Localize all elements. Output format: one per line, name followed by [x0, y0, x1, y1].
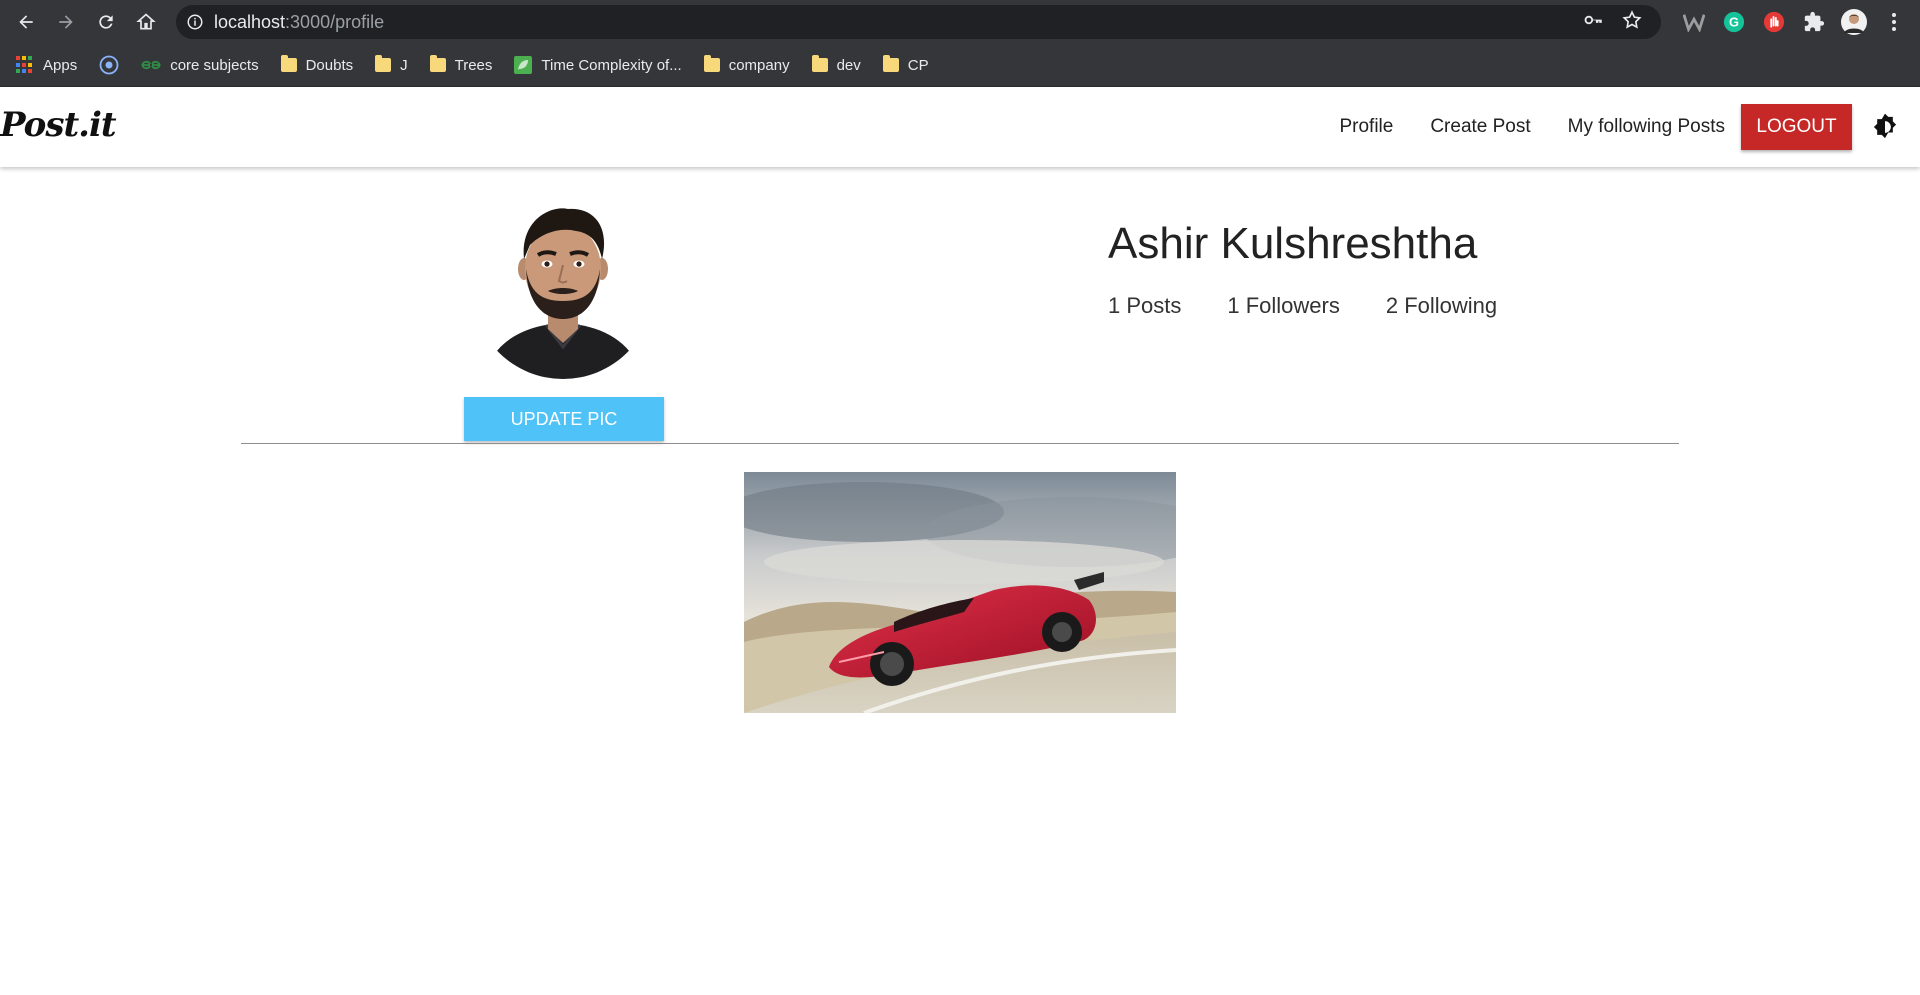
- browser-toolbar: localhost:3000/profile G: [0, 0, 1920, 44]
- bookmark-cp[interactable]: CP: [882, 55, 929, 74]
- grammarly-icon[interactable]: G: [1714, 2, 1754, 42]
- folder-icon: [429, 55, 446, 72]
- gfg-icon: [141, 60, 161, 70]
- brand-logo[interactable]: Post.it: [0, 105, 117, 145]
- profile-avatar-icon[interactable]: [1834, 2, 1874, 42]
- arrow-left-icon: [19, 15, 33, 29]
- app-navbar: Post.it Profile Create Post My following…: [0, 87, 1920, 167]
- profile-divider: [241, 443, 1679, 444]
- folder-icon: [703, 55, 720, 72]
- svg-text:G: G: [1729, 15, 1739, 30]
- nav-following-posts-link[interactable]: My following Posts: [1568, 116, 1725, 138]
- followers-count: 1 Followers: [1227, 293, 1340, 318]
- theme-toggle-icon[interactable]: [1870, 112, 1900, 142]
- chrome-menu-icon[interactable]: [1874, 2, 1914, 42]
- bookmark-doubts[interactable]: Doubts: [280, 55, 354, 74]
- address-bar[interactable]: localhost:3000/profile: [176, 5, 1661, 39]
- extensions-area: G: [1674, 0, 1920, 44]
- profile-stats: 1 Posts 1 Followers 2 Following: [1108, 293, 1497, 319]
- reload-button[interactable]: [86, 2, 126, 42]
- site-info-icon[interactable]: [176, 13, 214, 31]
- circle-target-icon: [99, 55, 119, 75]
- bookmark-label: company: [728, 56, 790, 74]
- bookmarks-bar: Apps core subjects Doubts J Trees Time C…: [0, 44, 1920, 87]
- bookmark-label: Time Complexity of...: [541, 56, 682, 74]
- bookmark-core-subjects[interactable]: core subjects: [141, 56, 259, 74]
- nav-profile-link[interactable]: Profile: [1339, 116, 1393, 138]
- bookmark-company[interactable]: company: [703, 55, 790, 74]
- bookmark-trees[interactable]: Trees: [429, 55, 493, 74]
- url-host: localhost: [214, 11, 286, 32]
- bookmark-dev[interactable]: dev: [811, 55, 861, 74]
- folder-icon: [280, 55, 297, 72]
- nav-create-post-link[interactable]: Create Post: [1430, 116, 1530, 138]
- update-pic-button[interactable]: UPDATE PIC: [464, 397, 664, 441]
- following-count: 2 Following: [1385, 293, 1498, 318]
- bookmark-time-complexity[interactable]: Time Complexity of...: [514, 56, 682, 74]
- home-button[interactable]: [126, 2, 166, 42]
- reload-icon: [99, 15, 113, 29]
- profile-section: UPDATE PIC Ashir Kulshreshtha 1 Posts 1 …: [0, 167, 1920, 447]
- profile-name: Ashir Kulshreshtha: [1108, 219, 1478, 268]
- bookmark-label: Doubts: [305, 56, 354, 74]
- puzzle-extensions-icon[interactable]: [1794, 2, 1834, 42]
- post-image[interactable]: [744, 472, 1176, 713]
- bookmark-label: dev: [836, 56, 861, 74]
- profile-avatar: [472, 197, 654, 379]
- red-hand-extension-icon[interactable]: [1754, 2, 1794, 42]
- bookmark-apps[interactable]: Apps: [16, 56, 77, 74]
- home-icon: [136, 13, 156, 30]
- bookmark-label: Apps: [43, 56, 78, 74]
- folder-icon: [375, 55, 392, 72]
- w-extension-icon[interactable]: [1674, 2, 1714, 42]
- key-icon[interactable]: [1583, 10, 1603, 35]
- logout-button[interactable]: LOGOUT: [1741, 104, 1852, 150]
- bookmark-label: core subjects: [170, 56, 259, 74]
- apps-grid-icon: [16, 56, 34, 74]
- bookmark-circle[interactable]: [99, 55, 119, 75]
- bookmark-label: J: [400, 56, 408, 74]
- nav-links: Profile Create Post My following Posts L…: [1339, 87, 1900, 167]
- posts-count: 1 Posts: [1108, 293, 1182, 318]
- url-path: :3000/profile: [285, 11, 385, 32]
- arrow-right-icon: [59, 15, 73, 29]
- bookmark-star-icon[interactable]: [1621, 9, 1643, 36]
- bookmark-label: CP: [907, 56, 929, 74]
- folder-icon: [882, 55, 899, 72]
- bookmark-label: Trees: [454, 56, 493, 74]
- bookmark-j[interactable]: J: [375, 55, 408, 74]
- back-button[interactable]: [6, 2, 46, 42]
- folder-icon: [811, 55, 828, 72]
- forward-button[interactable]: [46, 2, 86, 42]
- leaf-icon: [514, 56, 533, 74]
